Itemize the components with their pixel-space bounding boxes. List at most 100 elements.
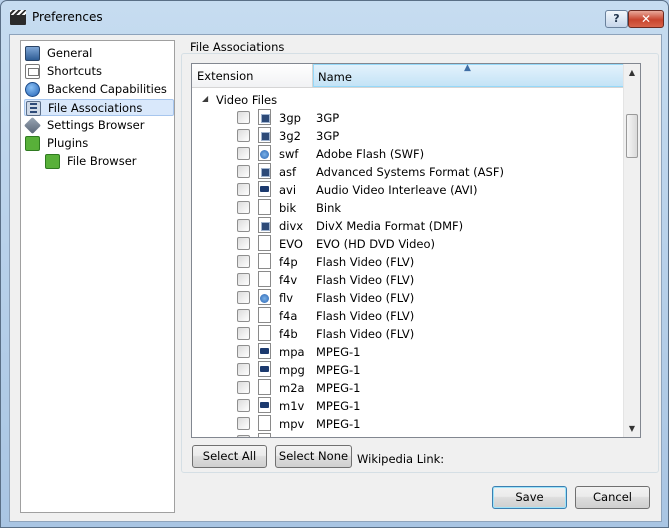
name-cell: MPEG-1 (316, 381, 361, 395)
scrollbar-thumb[interactable] (626, 114, 638, 158)
association-checkbox[interactable] (237, 147, 250, 160)
name-cell: MPEG-1 (316, 435, 361, 437)
extension-cell: mpv (279, 417, 305, 431)
table-row[interactable]: 3g2 3GP (192, 127, 624, 145)
association-checkbox[interactable] (237, 129, 250, 142)
association-checkbox[interactable] (237, 417, 250, 430)
extension-cell: swf (279, 147, 299, 161)
association-checkbox[interactable] (237, 363, 250, 376)
table-row[interactable]: avi Audio Video Interleave (AVI) (192, 181, 624, 199)
blank-file-icon (258, 307, 271, 323)
extension-cell: m2a (279, 381, 305, 395)
association-checkbox[interactable] (237, 165, 250, 178)
name-cell: MPEG-1 (316, 363, 361, 377)
video-file-icon (258, 181, 271, 197)
scroll-down-arrow-icon[interactable]: ▼ (624, 420, 640, 437)
save-button[interactable]: Save (492, 486, 567, 509)
table-row[interactable]: f4b Flash Video (FLV) (192, 325, 624, 343)
name-cell: Flash Video (FLV) (316, 327, 415, 341)
table-row[interactable]: 3gp 3GP (192, 109, 624, 127)
media-file-icon (258, 163, 271, 179)
media-file-icon (258, 127, 271, 143)
association-checkbox[interactable] (237, 327, 250, 340)
name-cell: MPEG-1 (316, 345, 361, 359)
file-associations-tree: Extension ▲ Name ◢ Video Files 3gp 3GP 3g2… (191, 63, 641, 438)
extension-cell: f4p (279, 255, 298, 269)
column-header-label: Extension (197, 69, 254, 83)
blank-file-icon (258, 253, 271, 269)
extension-cell: 3g2 (279, 129, 301, 143)
dialog-body: General Shortcuts Backend Capabilities F… (9, 34, 662, 522)
column-header-name[interactable]: ▲ Name (313, 64, 624, 87)
table-row[interactable]: m2a MPEG-1 (192, 379, 624, 397)
association-checkbox[interactable] (237, 291, 250, 304)
name-cell: Flash Video (FLV) (316, 273, 415, 287)
scroll-up-arrow-icon[interactable]: ▲ (624, 64, 640, 81)
window-title: Preferences (32, 10, 103, 24)
extension-cell: f4a (279, 309, 298, 323)
association-checkbox[interactable] (237, 399, 250, 412)
table-row[interactable]: swf Adobe Flash (SWF) (192, 145, 624, 163)
blank-file-icon (258, 235, 271, 251)
association-checkbox[interactable] (237, 237, 250, 250)
sidebar-item-label: Backend Capabilities (47, 82, 167, 96)
tree-group-video-files[interactable]: ◢ Video Files (192, 91, 624, 109)
blank-file-icon (258, 415, 271, 431)
table-row[interactable]: mpa MPEG-1 (192, 343, 624, 361)
table-row[interactable]: EVO EVO (HD DVD Video) (192, 235, 624, 253)
column-header-extension[interactable]: Extension (192, 64, 313, 87)
flash-file-icon (258, 289, 271, 305)
puzzle-icon (45, 154, 60, 169)
association-checkbox[interactable] (237, 309, 250, 322)
table-row[interactable]: bik Bink (192, 199, 624, 217)
table-row[interactable]: m1v MPEG-1 (192, 397, 624, 415)
sidebar-item-label: Settings Browser (47, 118, 145, 132)
table-row[interactable]: flv Flash Video (FLV) (192, 289, 624, 307)
sidebar-item-label: File Associations (48, 101, 143, 115)
select-none-button[interactable]: Select None (275, 445, 352, 468)
blank-file-icon (258, 379, 271, 395)
sort-ascending-icon: ▲ (464, 63, 471, 73)
video-file-icon (258, 343, 271, 359)
association-checkbox[interactable] (237, 201, 250, 214)
puzzle-icon (25, 136, 40, 151)
name-cell: 3GP (316, 129, 340, 143)
expand-arrow-icon[interactable]: ◢ (202, 94, 208, 103)
association-checkbox[interactable] (237, 183, 250, 196)
keyboard-icon (25, 64, 40, 79)
close-button[interactable]: ✕ (628, 10, 664, 28)
preferences-window: Preferences ? ✕ General Shortcuts Backen… (0, 0, 669, 528)
association-checkbox[interactable] (237, 255, 250, 268)
media-file-icon (258, 217, 271, 233)
association-checkbox[interactable] (237, 219, 250, 232)
association-checkbox[interactable] (237, 435, 250, 437)
blank-file-icon (258, 271, 271, 287)
help-button[interactable]: ? (605, 10, 628, 28)
table-row[interactable]: f4a Flash Video (FLV) (192, 307, 624, 325)
association-checkbox[interactable] (237, 273, 250, 286)
table-row[interactable]: asf Advanced Systems Format (ASF) (192, 163, 624, 181)
table-row[interactable]: MPEG-1 (192, 433, 624, 437)
association-checkbox[interactable] (237, 381, 250, 394)
name-cell: MPEG-1 (316, 399, 361, 413)
category-sidebar: General Shortcuts Backend Capabilities F… (20, 40, 175, 513)
name-cell: Flash Video (FLV) (316, 291, 415, 305)
cancel-button[interactable]: Cancel (575, 486, 650, 509)
table-row[interactable]: mpv MPEG-1 (192, 415, 624, 433)
association-checkbox[interactable] (237, 111, 250, 124)
table-row[interactable]: mpg MPEG-1 (192, 361, 624, 379)
table-row[interactable]: f4v Flash Video (FLV) (192, 271, 624, 289)
blank-file-icon (258, 199, 271, 215)
table-row[interactable]: divx DivX Media Format (DMF) (192, 217, 624, 235)
name-cell: Advanced Systems Format (ASF) (316, 165, 504, 179)
association-checkbox[interactable] (237, 345, 250, 358)
sidebar-item-label: File Browser (67, 154, 137, 168)
table-row[interactable]: f4p Flash Video (FLV) (192, 253, 624, 271)
select-all-button[interactable]: Select All (192, 445, 267, 468)
extension-cell: bik (279, 201, 297, 215)
title-bar[interactable]: Preferences ? ✕ (1, 1, 668, 35)
vertical-scrollbar[interactable]: ▲ ▼ (623, 64, 640, 437)
name-cell: Adobe Flash (SWF) (316, 147, 425, 161)
video-file-icon (258, 397, 271, 413)
sidebar-item-file-associations[interactable]: File Associations (24, 99, 174, 116)
